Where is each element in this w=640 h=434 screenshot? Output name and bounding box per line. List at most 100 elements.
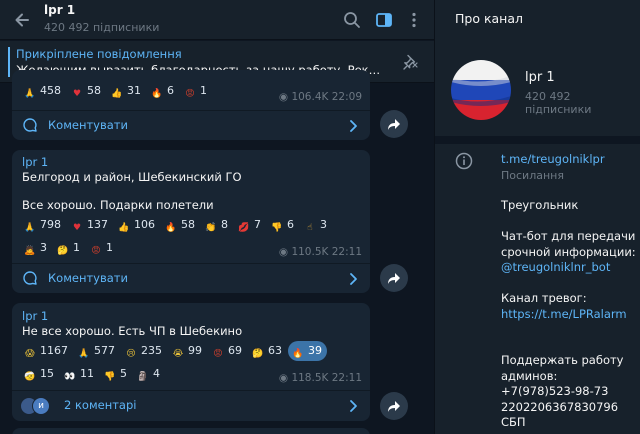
share-button[interactable] [380,110,408,138]
chevron-right-icon [346,270,360,288]
pinned-title: Прикріплене повідомлення [16,47,182,61]
comment-bar[interactable]: и 2 коментарі [12,390,370,420]
folded-hands-icon: 🙏 [24,223,36,233]
channel-link-label: Посилання [501,169,564,182]
description-line: Чат-бот для передачи [501,229,636,243]
angry-face-icon: 😡 [185,89,195,99]
reaction-fire[interactable]: 🔥 6 [147,81,179,101]
info-panel-title: Про канал [455,11,523,26]
person-bowing-icon: 🙇 [24,246,36,256]
comment-bar[interactable]: Коментувати [12,263,370,293]
reaction-count: 39 [308,344,322,357]
message-author[interactable]: lpr 1 [22,309,48,323]
search-icon[interactable] [342,10,362,30]
reaction-loudly-crying-face[interactable]: 😭 99 [168,341,207,361]
reaction-face-with-head-bandage[interactable]: 🤕 15 [20,364,59,384]
reaction-thumbs-down[interactable]: 👎 5 [100,364,132,384]
reaction-eyes[interactable]: 👀 11 [60,364,99,384]
channel-subscribers: 420 492 підписники [525,90,592,116]
reaction-thumbs-down[interactable]: 👎 6 [267,215,299,235]
chat-area: lpr 1 420 492 підписники Прикріплене пов… [0,0,434,434]
chat-title[interactable]: lpr 1 [44,3,75,17]
reaction-angry-face[interactable]: 😡 1 [86,238,118,258]
description-line: 2202206367830796 [501,399,619,414]
views-count: 118.5K [291,372,329,384]
reaction-count: 1167 [40,344,68,357]
reaction-crying-face[interactable]: 😢 235 [121,341,167,361]
reaction-red-heart[interactable]: ♥ 137 [67,215,113,235]
more-menu-icon[interactable] [404,10,424,30]
reaction-folded-hands[interactable]: 🙏 458 [20,81,66,101]
description-link[interactable]: https://t.me/LPRalarm [501,307,627,321]
description-line: Поддержать работу [501,353,624,367]
channel-link[interactable]: t.me/treugolniklpr [501,152,605,166]
thinking-face-icon: 🤔 [57,246,69,256]
next-message-bubble [12,428,370,434]
message-author[interactable]: lpr 1 [22,155,48,169]
thumbs-up-icon: 👍 [111,89,123,99]
crying-face-icon: 😢 [126,349,136,359]
reaction-count: 4 [153,367,160,380]
folded-hands-icon: 🙏 [78,349,90,359]
share-button[interactable] [380,392,408,420]
reaction-folded-hands[interactable]: 🙏 798 [20,215,66,235]
fire-icon: 🔥 [151,89,163,99]
reaction-count: 3 [40,241,47,254]
fire-icon: 🔥 [292,349,304,359]
reaction-moai[interactable]: 🗿 4 [133,364,165,384]
reaction-red-heart[interactable]: ♥ 58 [67,81,106,101]
views-icon: ◉ [278,246,289,258]
channel-avatar[interactable] [451,60,511,120]
unpin-icon[interactable] [402,53,420,71]
chevron-right-icon [346,397,360,415]
description-link[interactable]: @treugolniklnr_bot [501,260,610,274]
description-line: срочной информации: [501,244,636,259]
reaction-thumbs-up[interactable]: 👍 31 [107,81,146,101]
thumbs-down-icon: 👎 [271,223,283,233]
share-button[interactable] [380,264,408,292]
comment-bar[interactable]: Коментувати [12,110,370,140]
thinking-face-icon: 🤔 [252,349,264,359]
reaction-angry-face[interactable]: 😡 69 [208,341,247,361]
comment-icon [22,117,38,133]
back-arrow-icon[interactable] [12,10,32,30]
reaction-count: 6 [167,84,174,97]
red-heart-icon: ♥ [72,89,82,99]
message-text-line: Все хорошо. Подарки полетели [22,198,214,212]
reaction-angry-face[interactable]: 😡 1 [180,81,212,101]
info-icon [455,152,473,170]
reaction-person-bowing[interactable]: 🙇 3 [20,238,52,258]
message-text-line: Белгород и район, Шебекинский ГО [22,170,242,184]
angry-face-icon: 😡 [213,349,223,359]
reaction-count: 1 [73,241,80,254]
reaction-thinking-face[interactable]: 🤔 63 [248,341,287,361]
reaction-count: 798 [40,218,61,231]
reaction-count: 235 [141,344,162,357]
reaction-folded-hands[interactable]: 🙏 577 [74,341,120,361]
message-text-line: Не все хорошо. Есть ЧП в Шебекино [22,324,243,338]
reaction-count: 1 [200,84,207,97]
reaction-screaming-face[interactable]: 😱 1167 [20,341,73,361]
reaction-count: 8 [221,218,228,231]
pointing-hand-icon: ☝ [307,223,313,233]
reaction-pointing-hand[interactable]: ☝ 3 [300,215,332,235]
thumbs-down-icon: 👎 [104,372,116,382]
channel-name: lpr 1 [525,70,555,85]
chat-subscribers: 420 492 підписники [44,21,160,34]
reactions-row: 🙏 458 ♥ 58 👍 31 🔥 6 😡 1 [20,81,213,104]
reaction-count: 11 [80,367,94,380]
reaction-count: 31 [127,84,141,97]
sidebar-toggle-icon[interactable] [374,10,394,30]
reaction-count: 58 [87,84,101,97]
reaction-thinking-face[interactable]: 🤔 1 [53,238,85,258]
reaction-fire[interactable]: 🔥 39 [288,341,327,361]
message-bubble: 🙏 458 ♥ 58 👍 31 🔥 6 😡 1 ◉ 106.4K 22:09 Коментуват… [12,70,370,140]
fire-icon: 🔥 [165,223,177,233]
reaction-thumbs-up[interactable]: 👍 106 [114,215,160,235]
reaction-clapping-hands[interactable]: 👏 8 [201,215,233,235]
commenter-avatar: и [32,397,50,415]
description-line: Треугольник [501,198,579,212]
chevron-right-icon [346,117,360,135]
reaction-kiss-mark[interactable]: 💋 7 [234,215,266,235]
reaction-fire[interactable]: 🔥 58 [161,215,200,235]
